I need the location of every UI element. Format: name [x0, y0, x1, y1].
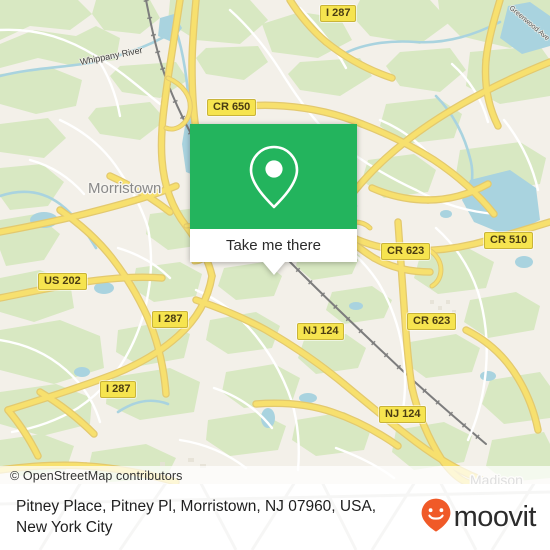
popup-pointer-tail [262, 262, 285, 275]
footer-bar: Pitney Place, Pitney Pl, Morristown, NJ … [0, 484, 550, 550]
map-canvas[interactable]: Morristown Madison Whippany River Greenw… [0, 0, 550, 484]
popup-header [190, 124, 357, 229]
moovit-logo[interactable]: moovit [421, 498, 537, 537]
moovit-pin-icon [421, 498, 451, 537]
road-shield: I 287 [152, 311, 189, 328]
address-line-2: New York City [16, 519, 113, 536]
moovit-wordmark: moovit [453, 500, 537, 533]
location-popup-card[interactable]: Take me there [190, 124, 357, 275]
address-line-1: Pitney Place, Pitney Pl, Morristown, NJ … [16, 498, 377, 515]
road-shield: US 202 [38, 273, 87, 290]
address-text: Pitney Place, Pitney Pl, Morristown, NJ … [16, 496, 421, 538]
map-pin-icon [248, 144, 300, 210]
road-shield: NJ 124 [297, 323, 345, 340]
road-shield: I 287 [100, 381, 137, 398]
osm-attribution-text: © OpenStreetMap contributors [10, 469, 183, 483]
map-label-morristown: Morristown [88, 180, 162, 197]
road-shield: CR 650 [207, 99, 257, 116]
take-me-there-button[interactable]: Take me there [190, 229, 357, 262]
road-shield: I 287 [320, 5, 357, 22]
road-shield: NJ 124 [379, 406, 427, 423]
osm-attribution[interactable]: © OpenStreetMap contributors [0, 466, 550, 484]
road-shield: CR 623 [381, 243, 431, 260]
road-shield: CR 510 [484, 232, 534, 249]
take-me-there-label: Take me there [225, 237, 322, 254]
road-shield: CR 623 [407, 313, 457, 330]
